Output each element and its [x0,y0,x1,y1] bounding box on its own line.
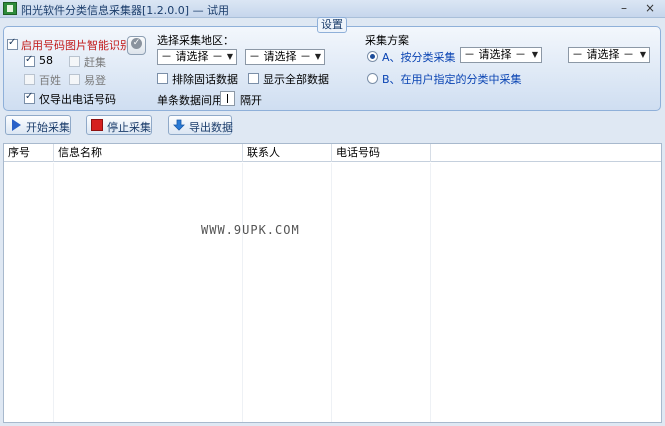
province-select[interactable]: － 请选择 － ▼ [157,49,237,65]
close-button[interactable]: × [640,1,660,16]
interval-label: 单条数据间用 [157,94,223,107]
exclude-landline-label: 排除固话数据 [172,73,238,86]
results-table[interactable]: 序号 信息名称 联系人 电话号码 WWW.9UPK.COM [3,143,662,423]
column-header-index[interactable]: 序号 [4,144,54,162]
source-ganji-checkbox[interactable] [69,56,80,67]
chevron-down-icon: ▼ [531,50,538,59]
source-baixing-label: 百姓 [39,74,61,87]
app-icon [3,2,17,15]
export-button[interactable]: 导出数据 [168,115,233,135]
show-all-checkbox[interactable] [248,73,259,84]
enable-ocr-label: 启用号码图片智能识别 [21,39,131,52]
export-phone-only-checkbox[interactable] [24,91,35,104]
start-button[interactable]: 开始采集 [5,115,71,135]
table-body: WWW.9UPK.COM [4,163,661,422]
ocr-settings-button[interactable] [127,36,146,55]
column-header-title[interactable]: 信息名称 [54,144,243,162]
title-bar: 阳光软件分类信息采集器[1.2.0.0] — 试用 – × [0,0,665,18]
separator-input[interactable] [220,91,235,106]
stop-button[interactable]: 停止采集 [86,115,152,135]
source-58-label: 58 [39,54,53,67]
category-select-value: － 请选择 － [464,48,526,61]
scheme-b-label: B、在用户指定的分类中采集 [382,73,522,86]
source-ganji-label: 赶集 [84,56,106,69]
window-title: 阳光软件分类信息采集器[1.2.0.0] — 试用 [21,4,230,17]
play-icon [12,119,21,131]
scheme-a-label: A、按分类采集 [382,51,456,64]
column-divider [242,163,243,422]
settings-group-title: 设置 [317,17,347,33]
column-divider [331,163,332,422]
show-all-label: 显示全部数据 [263,73,329,86]
enable-ocr-checkbox[interactable] [7,37,18,50]
interval-suffix: 隔开 [240,94,262,107]
table-header: 序号 信息名称 联系人 电话号码 [4,144,661,162]
region-label: 选择采集地区： [157,34,234,47]
scheme-label: 采集方案 [365,34,409,47]
city-select[interactable]: － 请选择 － ▼ [245,49,325,65]
export-button-label: 导出数据 [189,121,233,134]
city-select-value: － 请选择 － [249,50,311,63]
province-select-value: － 请选择 － [161,50,223,63]
scheme-a-radio[interactable] [367,51,378,62]
source-yiyuan-label: 易登 [84,74,106,87]
chevron-down-icon: ▼ [226,52,233,61]
chevron-down-icon: ▼ [314,52,321,61]
column-divider [430,163,431,422]
subcategory-select[interactable]: － 请选择 － ▼ [568,47,650,63]
source-baixing-checkbox[interactable] [24,74,35,85]
start-button-label: 开始采集 [26,121,70,134]
column-header-contact[interactable]: 联系人 [243,144,332,162]
column-divider [53,163,54,422]
export-phone-only-label: 仅导出电话号码 [39,93,116,106]
download-icon [173,119,185,131]
watermark-text: WWW.9UPK.COM [201,223,300,237]
stop-button-label: 停止采集 [107,121,151,134]
source-58-checkbox[interactable] [24,54,35,67]
chevron-down-icon: ▼ [639,50,646,59]
category-select[interactable]: － 请选择 － ▼ [460,47,542,63]
column-header-phone[interactable]: 电话号码 [332,144,431,162]
scheme-b-radio[interactable] [367,73,378,84]
source-yiyuan-checkbox[interactable] [69,74,80,85]
stop-icon [91,119,103,131]
exclude-landline-checkbox[interactable] [157,73,168,84]
minimize-button[interactable]: – [614,1,634,16]
subcategory-select-value: － 请选择 － [572,48,634,61]
